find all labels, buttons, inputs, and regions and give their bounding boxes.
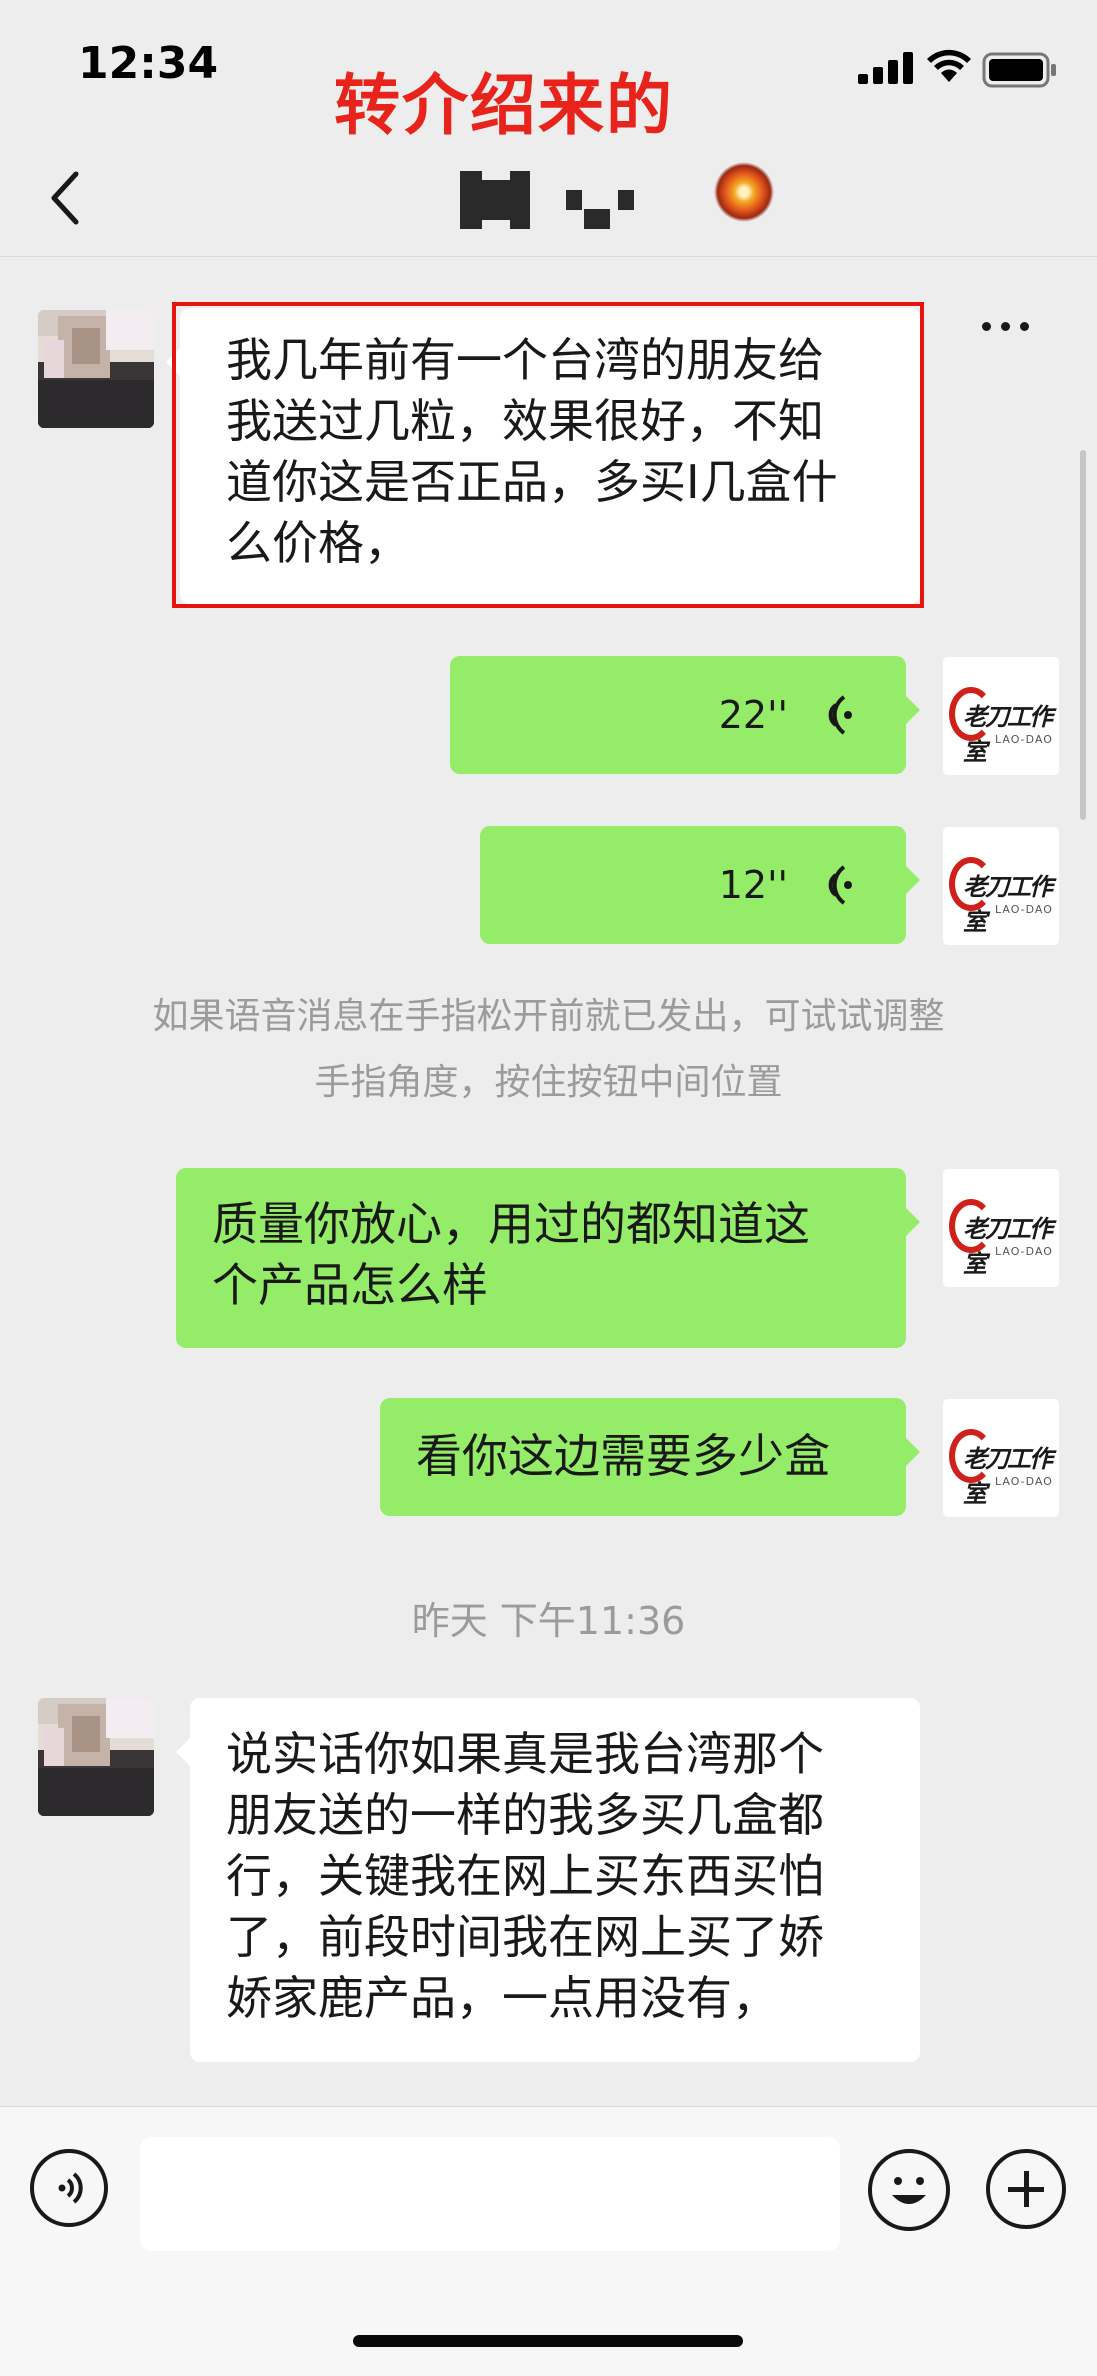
- message-line: 了，前段时间我在网上买了娇: [226, 1910, 824, 1964]
- system-tip-line: 如果语音消息在手指松开前就已发出，可试试调整: [152, 996, 945, 1037]
- fire-emoji-icon: [712, 160, 776, 224]
- logo-subtext: LAO-DAO: [995, 903, 1053, 916]
- logo-subtext: LAO-DAO: [995, 733, 1053, 746]
- outgoing-message-bubble[interactable]: 看你这边需要多少盒: [380, 1398, 920, 1516]
- self-avatar[interactable]: 老刀工作室 LAO-DAO: [942, 1398, 1060, 1518]
- voice-duration: 12'': [718, 862, 788, 907]
- incoming-message-bubble[interactable]: 说实话你如果真是我台湾那个 朋友送的一样的我多买几盒都 行，关键我在网上买东西买…: [176, 1698, 920, 2062]
- message-line: 娇家鹿产品，一点用没有，: [226, 1971, 778, 2025]
- overlay-caption: 转介绍来的: [334, 67, 674, 144]
- more-dots-icon[interactable]: [982, 312, 1042, 340]
- message-line: 个产品怎么样: [212, 1258, 488, 1312]
- self-avatar[interactable]: 老刀工作室 LAO-DAO: [942, 826, 1060, 946]
- highlight-frame: [172, 302, 924, 608]
- logo-text: 老刀工作室: [963, 1215, 1053, 1278]
- chat-header: [0, 140, 1097, 331]
- message-input[interactable]: [140, 2137, 840, 2251]
- self-avatar[interactable]: 老刀工作室 LAO-DAO: [942, 1168, 1060, 1288]
- system-tip: 如果语音消息在手指松开前就已发出，可试试调整 手指角度，按住按钮中间位置: [60, 984, 1037, 1116]
- message-line: 朋友送的一样的我多买几盒都: [226, 1788, 824, 1842]
- signal-icon: [858, 52, 913, 84]
- outgoing-voice-bubble[interactable]: 22'': [450, 656, 920, 774]
- system-tip-line: 手指角度，按住按钮中间位置: [314, 1062, 783, 1103]
- message-line: 质量你放心，用过的都知道这: [212, 1197, 810, 1251]
- outgoing-voice-bubble[interactable]: 12'': [480, 826, 920, 944]
- message-timestamp: 昨天 下午11:36: [411, 1599, 686, 1643]
- logo-subtext: LAO-DAO: [995, 1475, 1053, 1488]
- logo-text: 老刀工作室: [963, 873, 1053, 936]
- voice-wave-icon: [828, 695, 852, 735]
- battery-icon: [982, 52, 1056, 88]
- contact-avatar[interactable]: [38, 310, 154, 428]
- message-line: 行，关键我在网上买东西买怕: [226, 1849, 824, 1903]
- voice-duration: 22'': [718, 692, 788, 737]
- plus-circle-icon[interactable]: [986, 2149, 1066, 2229]
- logo-text: 老刀工作室: [963, 1445, 1053, 1508]
- chat-title-redacted: [460, 170, 634, 230]
- self-avatar[interactable]: 老刀工作室 LAO-DAO: [942, 656, 1060, 776]
- message-line: 看你这边需要多少盒: [416, 1429, 830, 1483]
- status-time: 12:34: [78, 38, 219, 89]
- voice-mode-icon[interactable]: [30, 2149, 108, 2227]
- status-bar: 12:34 转介绍来的: [0, 0, 1097, 144]
- outgoing-message-bubble[interactable]: 质量你放心，用过的都知道这 个产品怎么样: [176, 1168, 920, 1348]
- message-line: 说实话你如果真是我台湾那个: [226, 1727, 824, 1781]
- scrollbar[interactable]: [1080, 450, 1086, 820]
- contact-avatar[interactable]: [38, 1698, 154, 1816]
- logo-text: 老刀工作室: [963, 703, 1053, 766]
- smiley-icon[interactable]: [868, 2149, 950, 2231]
- logo-subtext: LAO-DAO: [995, 1245, 1053, 1258]
- wifi-icon: [927, 49, 971, 82]
- voice-wave-icon: [828, 865, 852, 905]
- chevron-left-icon[interactable]: [42, 168, 90, 228]
- home-indicator[interactable]: [353, 2335, 743, 2347]
